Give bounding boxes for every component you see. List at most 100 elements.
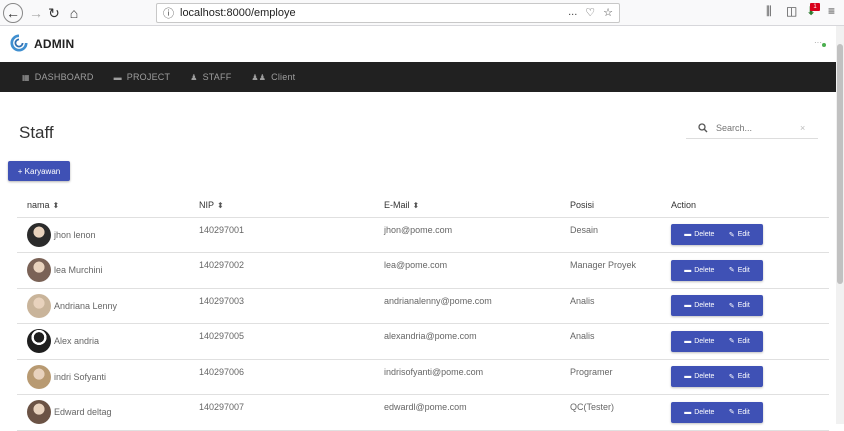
- browser-toolbar: ← → ↻ ⌂ ⓘ localhost:8000/employe ... ♡ ☆…: [0, 0, 844, 26]
- table-header-row: nama ⬍ NIP ⬍ E-Mail ⬍ Posisi Action: [17, 194, 829, 218]
- cell-nama: Alex andria: [17, 323, 199, 360]
- edit-label: Edit: [737, 373, 750, 381]
- sort-icon: ⬍: [217, 201, 224, 211]
- page-scrollbar[interactable]: [836, 26, 844, 424]
- avatar: [27, 364, 51, 389]
- scrollbar-thumb[interactable]: [837, 44, 843, 284]
- home-icon[interactable]: ⌂: [64, 3, 84, 23]
- delete-button[interactable]: ▬ Delete: [684, 302, 714, 309]
- posisi-value: Analis: [570, 295, 595, 306]
- cell-posisi: Desain: [570, 217, 671, 253]
- staff-table: nama ⬍ NIP ⬍ E-Mail ⬍ Posisi Action jhon le…: [17, 194, 829, 431]
- cell-action: ▬ Delete ✎ Edit: [671, 252, 829, 289]
- edit-icon: ✎: [728, 338, 735, 346]
- more-icon[interactable]: ···: [814, 38, 822, 47]
- edit-label: Edit: [737, 337, 750, 345]
- nip-value: 140297006: [199, 366, 245, 377]
- bookmark-star-icon[interactable]: ☆: [603, 6, 613, 19]
- logo-icon: [10, 34, 28, 52]
- edit-icon: ✎: [728, 267, 735, 275]
- trash-icon: ▬: [684, 408, 692, 416]
- nav-item-staff[interactable]: ♟ STAFF: [190, 72, 231, 82]
- action-button-group: ▬ Delete ✎ Edit: [671, 295, 763, 317]
- back-arrow-icon[interactable]: ←: [3, 3, 23, 23]
- status-dot: [822, 43, 826, 47]
- nip-value: 140297001: [199, 224, 245, 235]
- cell-posisi: Programer: [570, 359, 671, 395]
- header-nama[interactable]: nama ⬍: [17, 194, 199, 218]
- posisi-value: Analis: [570, 331, 595, 342]
- nav-item-dashboard[interactable]: ▦ DASHBOARD: [22, 72, 94, 82]
- sidebar-icon[interactable]: ◫: [786, 4, 797, 18]
- library-icon[interactable]: ⫼: [766, 4, 772, 19]
- delete-button[interactable]: ▬ Delete: [684, 409, 714, 416]
- edit-button[interactable]: ✎ Edit: [729, 302, 750, 310]
- cell-action: ▬ Delete ✎ Edit: [671, 323, 829, 360]
- url-text: localhost:8000/employe: [180, 7, 296, 19]
- delete-button[interactable]: ▬ Delete: [684, 267, 714, 274]
- nip-value: 140297002: [199, 260, 245, 271]
- nav-label: DASHBOARD: [34, 72, 94, 82]
- delete-label: Delete: [694, 373, 715, 381]
- address-bar[interactable]: ⓘ localhost:8000/employe ... ♡ ☆: [156, 3, 620, 23]
- edit-button[interactable]: ✎ Edit: [729, 231, 750, 239]
- edit-button[interactable]: ✎ Edit: [728, 266, 750, 275]
- add-karyawan-button[interactable]: + Karyawan: [8, 161, 70, 181]
- delete-button[interactable]: ▬ Delete: [684, 373, 714, 380]
- cell-nip: 140297007: [199, 394, 384, 431]
- delete-button[interactable]: ▬ Delete: [684, 338, 714, 345]
- cell-email: jhon@pome.com: [384, 217, 570, 253]
- people-icon: ♟♟: [251, 72, 267, 82]
- cell-email: lea@pome.com: [384, 252, 570, 289]
- page-actions-icon[interactable]: ...: [568, 6, 577, 19]
- cell-posisi: Analis: [570, 323, 671, 360]
- page-title: Staff: [19, 123, 54, 142]
- action-button-group: ▬ Delete ✎ Edit: [671, 259, 763, 281]
- email-value: andrianalenny@pome.com: [384, 295, 492, 306]
- email-value: jhon@pome.com: [384, 224, 453, 235]
- nav-item-client[interactable]: ♟♟ Client: [251, 72, 295, 82]
- pocket-icon[interactable]: ♡: [585, 6, 595, 19]
- cell-email: alexandria@pome.com: [384, 323, 570, 360]
- cell-posisi: Manager Proyek: [570, 252, 671, 289]
- inbox-icon: ▬: [113, 72, 122, 82]
- menu-icon[interactable]: ≡: [828, 4, 835, 18]
- header-nip[interactable]: NIP ⬍: [199, 194, 384, 218]
- table-row: lea Murchini 140297002 lea@pome.com Mana…: [17, 252, 829, 289]
- edit-button[interactable]: ✎ Edit: [728, 337, 750, 346]
- cell-nip: 140297001: [199, 217, 384, 253]
- delete-button[interactable]: ▬ Delete: [684, 231, 714, 238]
- header-email[interactable]: E-Mail ⬍: [384, 194, 570, 218]
- avatar: [27, 329, 51, 354]
- cell-email: indrisofyanti@pome.com: [384, 359, 570, 395]
- extension-badge: 1: [810, 3, 820, 11]
- nav-label: Client: [271, 72, 296, 82]
- cell-nip: 140297002: [199, 252, 384, 289]
- edit-label: Edit: [737, 231, 750, 239]
- staff-name: Andriana Lenny: [54, 300, 118, 311]
- table-row: Andriana Lenny 140297003 andrianalenny@p…: [17, 288, 829, 324]
- clear-search-icon[interactable]: ×: [800, 123, 805, 133]
- action-button-group: ▬ Delete ✎ Edit: [671, 224, 763, 246]
- info-icon[interactable]: ⓘ: [163, 5, 174, 21]
- search-icon: [698, 122, 708, 132]
- forward-arrow-icon[interactable]: →: [26, 3, 46, 23]
- reload-icon[interactable]: ↻: [44, 3, 64, 23]
- edit-icon: ✎: [728, 231, 735, 239]
- search-field[interactable]: ×: [686, 117, 818, 139]
- edit-button[interactable]: ✎ Edit: [729, 373, 750, 381]
- delete-label: Delete: [694, 266, 715, 274]
- person-icon: ♟: [190, 72, 198, 82]
- cell-email: edwardl@pome.com: [384, 394, 570, 431]
- avatar: [27, 293, 51, 318]
- delete-label: Delete: [694, 337, 715, 345]
- staff-name: indri Sofyanti: [54, 371, 107, 382]
- cell-action: ▬ Delete ✎ Edit: [671, 359, 829, 395]
- search-input[interactable]: [716, 122, 796, 133]
- nav-item-project[interactable]: ▬ PROJECT: [114, 72, 171, 82]
- nip-value: 140297005: [199, 331, 245, 342]
- edit-button[interactable]: ✎ Edit: [729, 408, 750, 417]
- staff-name: lea Murchini: [54, 265, 103, 276]
- cell-nama: indri Sofyanti: [17, 359, 199, 395]
- cell-action: ▬ Delete ✎ Edit: [671, 217, 829, 253]
